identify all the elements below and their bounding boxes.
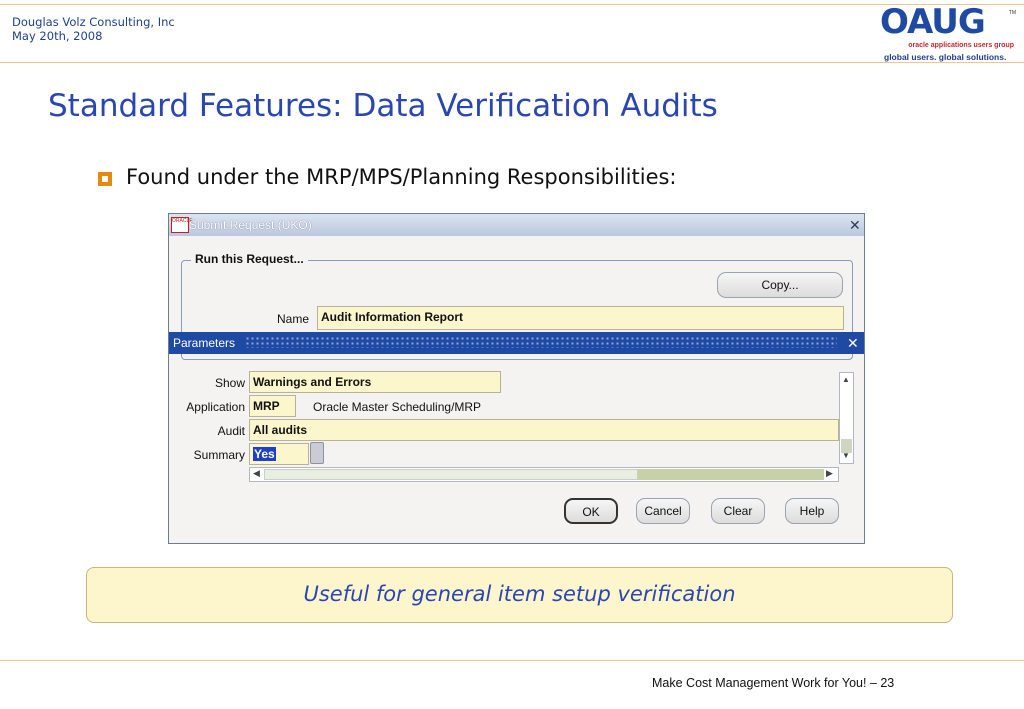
copy-button[interactable]: Copy... [717,272,843,298]
application-description: Oracle Master Scheduling/MRP [313,400,482,414]
ok-button[interactable]: OK [564,498,618,524]
vertical-scrollbar[interactable]: ▲ ▼ [839,372,854,464]
summary-list-button[interactable] [310,442,324,464]
window-titlebar[interactable]: ORACLE Submit Request (UKO) ✕ [169,214,864,236]
audit-label: Audit [217,424,245,438]
header-rule-bottom [0,62,1024,63]
name-label: Name [276,312,309,326]
audit-field[interactable]: All audits [249,419,839,441]
application-label: Application [186,400,245,414]
scroll-right-icon[interactable]: ▶ [826,468,833,479]
horizontal-scroll-thumb[interactable] [264,469,638,480]
submit-request-window: ORACLE Submit Request (UKO) ✕ Run this R… [168,213,865,544]
window-title: Submit Request (UKO) [189,218,312,232]
logo-tm: TM [1008,10,1016,16]
horizontal-scrollbar[interactable]: ◀ ▶ [249,467,839,482]
bullet-text: Found under the MRP/MPS/Planning Respons… [126,165,677,189]
close-icon[interactable]: ✕ [849,218,861,232]
name-field[interactable]: Audit Information Report [317,306,844,330]
titlebar-texture [245,336,837,348]
close-icon[interactable]: ✕ [847,336,859,350]
parameters-title: Parameters [173,336,236,350]
scroll-left-icon[interactable]: ◀ [253,468,260,479]
summary-value: Yes [253,447,276,461]
logo-group: oracle applications users group [908,42,1014,49]
clear-button[interactable]: Clear [711,498,765,524]
footer-text: Make Cost Management Work for You! – 23 [652,676,895,690]
frame-label: Run this Request... [191,252,308,266]
logo-tagline: global users. global solutions. [884,52,1007,62]
footer-rule [0,660,1024,661]
oaug-logo: OAUG TM oracle applications users group … [878,2,1018,64]
presentation-date: May 20th, 2008 [12,29,103,43]
scroll-down-icon[interactable]: ▼ [842,451,850,460]
company-info: Douglas Volz Consulting, Inc May 20th, 2… [12,15,175,43]
company-name: Douglas Volz Consulting, Inc [12,15,175,29]
callout-text: Useful for general item setup verificati… [303,582,736,606]
horizontal-scroll-track [638,469,824,480]
parameters-titlebar[interactable]: Parameters ✕ [169,332,864,354]
scroll-up-icon[interactable]: ▲ [842,375,850,384]
bullet-icon [98,172,112,186]
header-rule-top [0,4,1024,5]
callout-box: Useful for general item setup verificati… [86,567,953,623]
summary-field[interactable]: Yes [249,443,309,465]
logo-text: OAUG [880,2,986,42]
show-field[interactable]: Warnings and Errors [249,371,501,393]
application-field[interactable]: MRP [249,395,296,417]
show-label: Show [214,376,245,390]
summary-label: Summary [193,448,245,462]
slide-title: Standard Features: Data Verification Aud… [48,88,718,124]
help-button[interactable]: Help [785,498,839,524]
oracle-app-icon: ORACLE [171,217,193,233]
cancel-button[interactable]: Cancel [636,498,690,524]
